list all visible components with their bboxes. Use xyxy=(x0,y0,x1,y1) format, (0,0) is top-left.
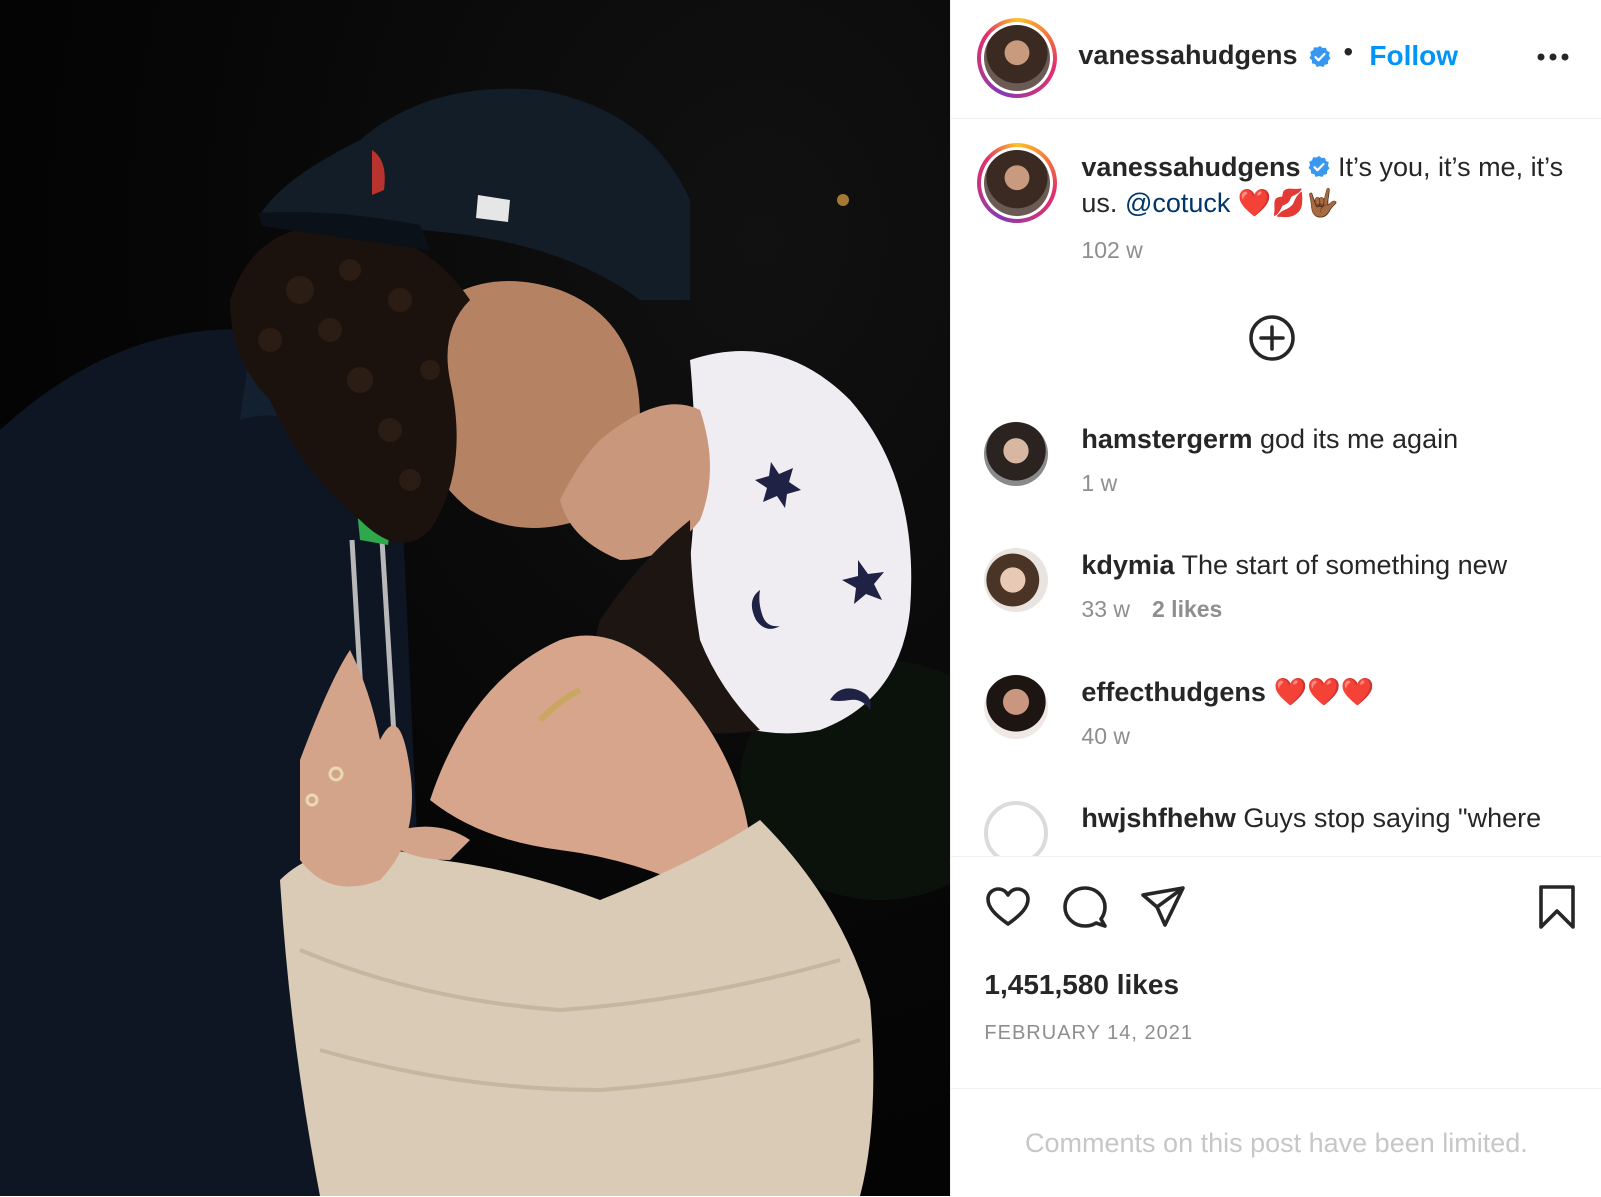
author-username[interactable]: vanessahudgens xyxy=(1078,40,1297,71)
comment-bubble-icon[interactable] xyxy=(1061,883,1109,931)
bookmark-icon[interactable] xyxy=(1533,883,1581,931)
avatar-image xyxy=(984,25,1051,91)
paper-plane-icon[interactable] xyxy=(1139,883,1187,931)
commenter-username[interactable]: hamstergerm xyxy=(1081,424,1252,454)
post-sidebar: vanessahudgens • Follow vanessahudgens I… xyxy=(950,0,1601,1196)
comment-text: hwjshfhehw Guys stop saying "where xyxy=(1081,801,1581,835)
caption-emojis: ❤️💋🤟🏾 xyxy=(1230,188,1339,218)
comment-meta: 33 w 2 likes xyxy=(1081,596,1222,623)
caption-username[interactable]: vanessahudgens xyxy=(1081,152,1300,182)
commenter-avatar[interactable] xyxy=(984,422,1049,486)
comment-body: Guys stop saying "where xyxy=(1235,803,1542,833)
post-actions: 1,451,580 likes FEBRUARY 14, 2021 xyxy=(951,856,1601,1089)
avatar-image xyxy=(984,150,1051,216)
instagram-post: vanessahudgens • Follow vanessahudgens I… xyxy=(0,0,1601,1196)
comment-timestamp[interactable]: 40 w xyxy=(1081,723,1130,749)
comments-feed[interactable]: vanessahudgens It’s you, it’s me, it’s u… xyxy=(951,119,1601,856)
comment-timestamp[interactable]: 33 w xyxy=(1081,596,1130,622)
comment-text: hamstergerm god its me again xyxy=(1081,422,1581,456)
comment-body: ❤️❤️❤️ xyxy=(1265,677,1375,707)
comment-meta: 1 w xyxy=(1081,470,1117,497)
comment-meta: 40 w xyxy=(1081,723,1130,750)
comment-timestamp[interactable]: 1 w xyxy=(1081,470,1117,496)
comment-body: god its me again xyxy=(1252,424,1459,454)
post-header: vanessahudgens • Follow xyxy=(951,0,1601,119)
comments-limited-notice: Comments on this post have been limited. xyxy=(951,1088,1601,1197)
comment-text: kdymia The start of something new xyxy=(1081,548,1581,582)
caption-timestamp[interactable]: 102 w xyxy=(1081,237,1142,264)
plus-circle-icon[interactable] xyxy=(1247,313,1297,363)
commenter-avatar[interactable] xyxy=(984,675,1049,739)
caption-mention-link[interactable]: @cotuck xyxy=(1125,188,1230,218)
verified-badge-icon xyxy=(1308,156,1329,177)
heart-icon[interactable] xyxy=(984,883,1032,931)
commenter-avatar[interactable] xyxy=(984,548,1049,612)
verified-badge-icon xyxy=(1309,46,1331,67)
commenter-avatar[interactable] xyxy=(984,801,1049,856)
comment-likes-count[interactable]: 2 likes xyxy=(1152,596,1222,622)
post-photo[interactable] xyxy=(0,0,951,1196)
commenter-username[interactable]: hwjshfhehw xyxy=(1081,803,1236,833)
likes-count[interactable]: 1,451,580 likes xyxy=(984,969,1179,1001)
author-avatar[interactable] xyxy=(977,18,1058,98)
comment-text: effecthudgens ❤️❤️❤️ xyxy=(1081,675,1581,709)
separator-dot: • xyxy=(1343,36,1354,67)
caption-author-avatar[interactable] xyxy=(977,143,1058,223)
commenter-username[interactable]: kdymia xyxy=(1081,550,1174,580)
caption-text: vanessahudgens It’s you, it’s me, it’s u… xyxy=(1081,149,1571,221)
post-date[interactable]: FEBRUARY 14, 2021 xyxy=(984,1022,1193,1045)
commenter-username[interactable]: effecthudgens xyxy=(1081,677,1266,707)
post-photo-illustration xyxy=(0,88,951,1196)
ellipsis-icon[interactable] xyxy=(1533,44,1573,70)
comment-body: The start of something new xyxy=(1174,550,1508,580)
follow-button[interactable]: Follow xyxy=(1369,40,1458,72)
